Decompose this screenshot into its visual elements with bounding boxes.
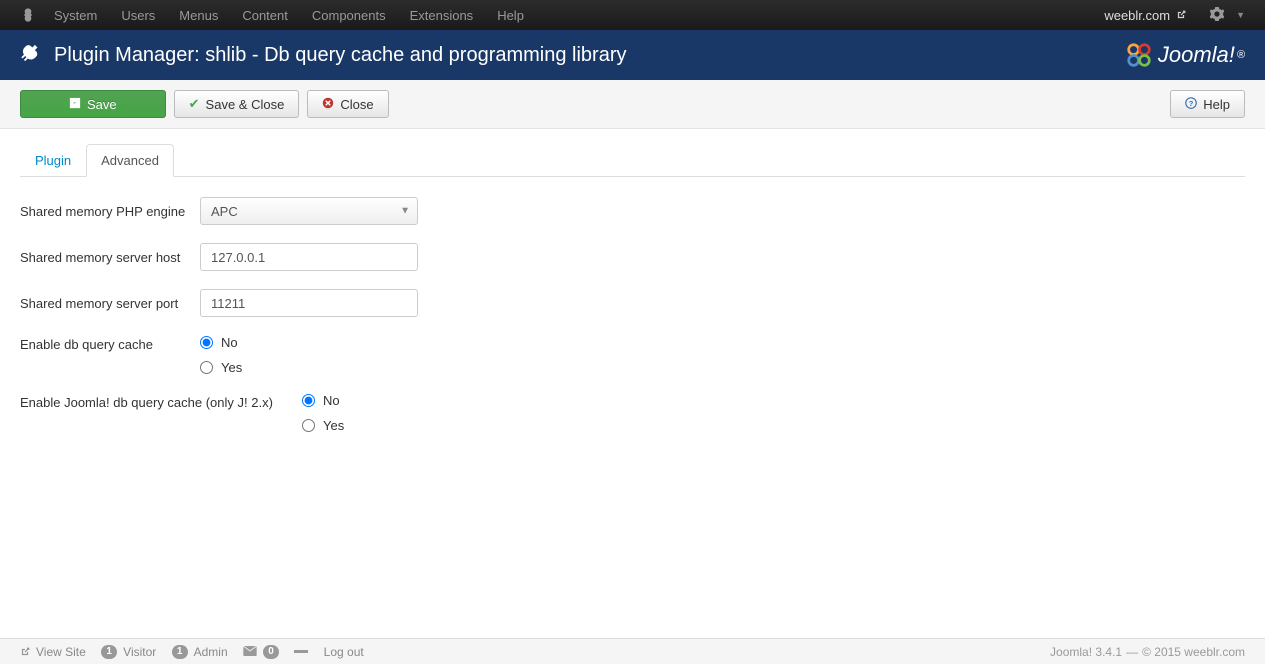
menu-components[interactable]: Components xyxy=(312,8,386,23)
menu-content[interactable]: Content xyxy=(242,8,288,23)
jcache-yes-label: Yes xyxy=(323,418,344,433)
row-port: Shared memory server port xyxy=(20,289,1245,317)
engine-value: APC xyxy=(211,204,238,219)
menu-system[interactable]: System xyxy=(54,8,97,23)
brand-name: Joomla! xyxy=(1158,42,1235,68)
tab-plugin[interactable]: Plugin xyxy=(20,144,86,177)
save-close-label: Save & Close xyxy=(206,97,285,112)
row-engine: Shared memory PHP engine APC ▼ xyxy=(20,197,1245,225)
row-jcache: Enable Joomla! db query cache (only J! 2… xyxy=(20,393,1245,433)
engine-select[interactable]: APC ▼ xyxy=(200,197,418,225)
logout-link[interactable]: Log out xyxy=(324,645,364,659)
joomla-logo: Joomla!® xyxy=(1126,42,1245,68)
cache-radio-yes[interactable] xyxy=(200,361,213,374)
cache-radio-no[interactable] xyxy=(200,336,213,349)
content: Plugin Advanced Shared memory PHP engine… xyxy=(0,143,1265,491)
admins-label: Admin xyxy=(194,645,228,659)
footer: View Site 1 Visitor 1 Admin 0 Log out Jo… xyxy=(0,638,1265,664)
cache-yes-label: Yes xyxy=(221,360,242,375)
engine-label: Shared memory PHP engine xyxy=(20,204,200,219)
dash-icon xyxy=(294,650,308,653)
joomla-icon xyxy=(20,7,36,23)
save-close-button[interactable]: ✔ Save & Close xyxy=(174,90,300,118)
host-label: Shared memory server host xyxy=(20,250,200,265)
menu-menus[interactable]: Menus xyxy=(179,8,218,23)
form-advanced: Shared memory PHP engine APC ▼ Shared me… xyxy=(20,177,1245,471)
jcache-label: Enable Joomla! db query cache (only J! 2… xyxy=(20,395,302,410)
port-input[interactable] xyxy=(200,289,418,317)
check-icon xyxy=(69,97,81,112)
tabs: Plugin Advanced xyxy=(20,143,1245,177)
port-label: Shared memory server port xyxy=(20,296,200,311)
top-menu: System Users Menus Content Components Ex… xyxy=(54,8,524,23)
visitors-label: Visitor xyxy=(123,645,156,659)
site-link[interactable]: weeblr.com xyxy=(1104,8,1186,23)
cache-label: Enable db query cache xyxy=(20,337,200,352)
help-label: Help xyxy=(1203,97,1230,112)
caret-down-icon: ▼ xyxy=(1236,10,1245,20)
help-button[interactable]: ? Help xyxy=(1170,90,1245,118)
view-site-link[interactable]: View Site xyxy=(36,645,86,659)
visitors-badge[interactable]: 1 xyxy=(101,645,117,659)
menu-extensions[interactable]: Extensions xyxy=(410,8,474,23)
mail-icon[interactable] xyxy=(243,645,257,659)
menu-help[interactable]: Help xyxy=(497,8,524,23)
plug-icon xyxy=(20,43,42,68)
registered-mark: ® xyxy=(1237,49,1245,61)
row-cache: Enable db query cache No Yes xyxy=(20,335,1245,375)
row-host: Shared memory server host xyxy=(20,243,1245,271)
cache-no-label: No xyxy=(221,335,238,350)
gear-icon[interactable] xyxy=(1202,7,1232,24)
admins-badge[interactable]: 1 xyxy=(172,645,188,659)
page-header: Plugin Manager: shlib - Db query cache a… xyxy=(0,30,1265,80)
close-icon xyxy=(322,97,334,112)
svg-text:?: ? xyxy=(1189,99,1194,108)
jcache-radio-no[interactable] xyxy=(302,394,315,407)
help-icon: ? xyxy=(1185,97,1197,112)
cache-radio-group: No Yes xyxy=(200,335,242,375)
close-button[interactable]: Close xyxy=(307,90,388,118)
host-input[interactable] xyxy=(200,243,418,271)
site-link-label: weeblr.com xyxy=(1104,8,1170,23)
toolbar: Save ✔ Save & Close Close ? Help xyxy=(0,80,1265,129)
save-button[interactable]: Save xyxy=(20,90,166,118)
close-label: Close xyxy=(340,97,373,112)
check-icon: ✔ xyxy=(189,96,200,112)
chevron-down-icon: ▼ xyxy=(400,206,410,217)
jcache-radio-yes[interactable] xyxy=(302,419,315,432)
save-label: Save xyxy=(87,97,117,112)
external-link-icon xyxy=(1176,10,1186,20)
page-title: Plugin Manager: shlib - Db query cache a… xyxy=(54,44,1126,67)
jcache-radio-group: No Yes xyxy=(302,393,344,433)
external-link-icon xyxy=(20,647,30,657)
footer-version: Joomla! 3.4.1—© 2015 weeblr.com xyxy=(1050,645,1245,659)
messages-badge[interactable]: 0 xyxy=(263,645,279,659)
menu-users[interactable]: Users xyxy=(121,8,155,23)
jcache-no-label: No xyxy=(323,393,340,408)
top-nav: System Users Menus Content Components Ex… xyxy=(0,0,1265,30)
tab-advanced[interactable]: Advanced xyxy=(86,144,174,177)
